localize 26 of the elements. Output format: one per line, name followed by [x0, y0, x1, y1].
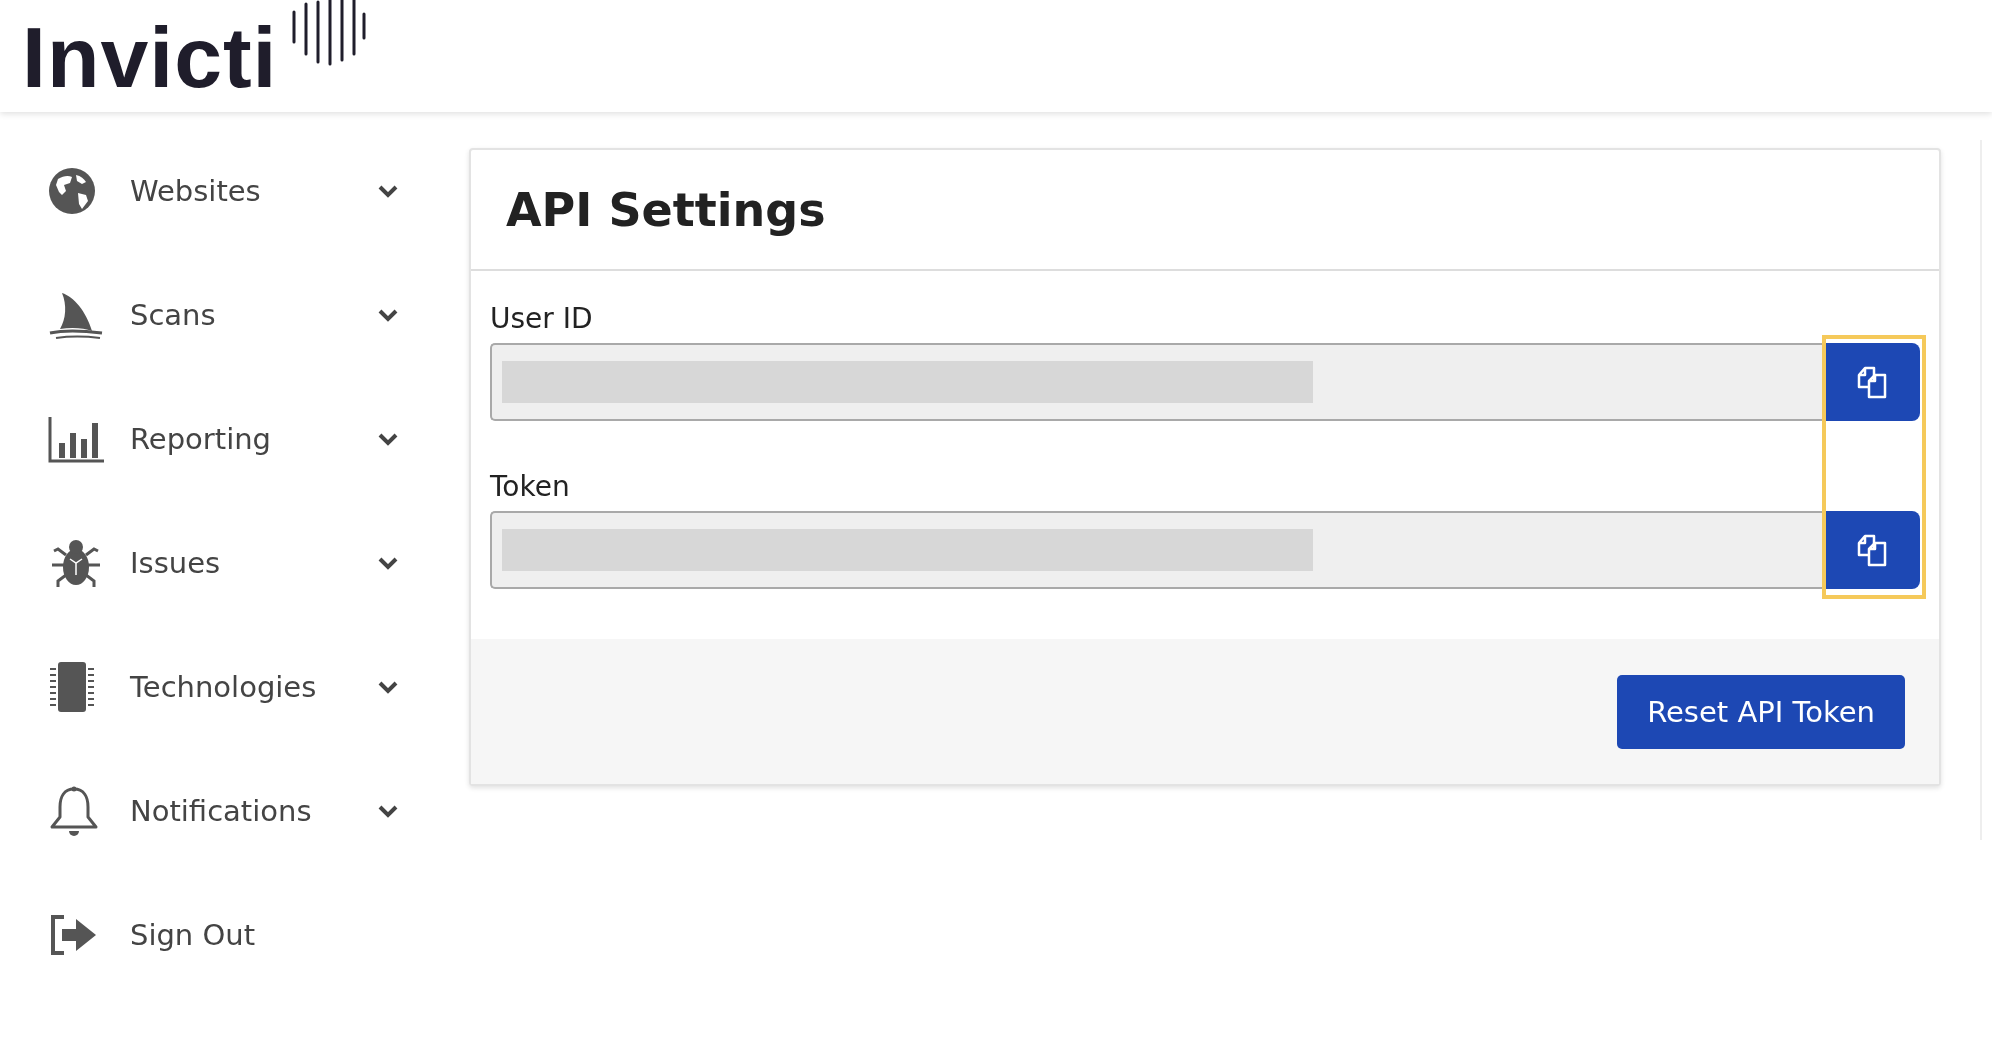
chevron-down-icon[interactable]: [377, 680, 399, 694]
chevron-down-icon[interactable]: [377, 308, 399, 322]
globe-icon: [48, 167, 96, 215]
copy-button[interactable]: [1826, 343, 1920, 421]
microchip-icon: [48, 661, 96, 713]
field-label: Token: [490, 468, 570, 505]
sidebar-item[interactable]: Websites: [130, 174, 377, 208]
field-label: User ID: [490, 300, 593, 337]
reset-api-token-button[interactable]: Reset API Token: [1617, 674, 1905, 749]
bar-chart-icon: [48, 415, 104, 463]
shark-fin-icon: [48, 291, 104, 339]
card-title: API Settings: [506, 182, 826, 237]
sidebar-item[interactable]: Sign Out: [130, 918, 399, 952]
copy-button[interactable]: [1826, 511, 1920, 589]
sidebar-item[interactable]: Technologies: [130, 670, 377, 704]
sidebar-item[interactable]: Scans: [130, 298, 377, 332]
chevron-down-icon[interactable]: [377, 804, 399, 818]
sidebar-item[interactable]: Issues: [130, 546, 377, 580]
chevron-down-icon[interactable]: [377, 432, 399, 446]
chevron-down-icon[interactable]: [377, 556, 399, 570]
sidebar-item[interactable]: Reporting: [130, 422, 377, 456]
chevron-down-icon[interactable]: [377, 184, 399, 198]
logo-text[interactable]: Invicti: [22, 14, 278, 100]
bell-icon: [48, 785, 100, 837]
sign-out-icon: [48, 913, 98, 957]
sidebar-item[interactable]: Notifications: [130, 794, 377, 828]
